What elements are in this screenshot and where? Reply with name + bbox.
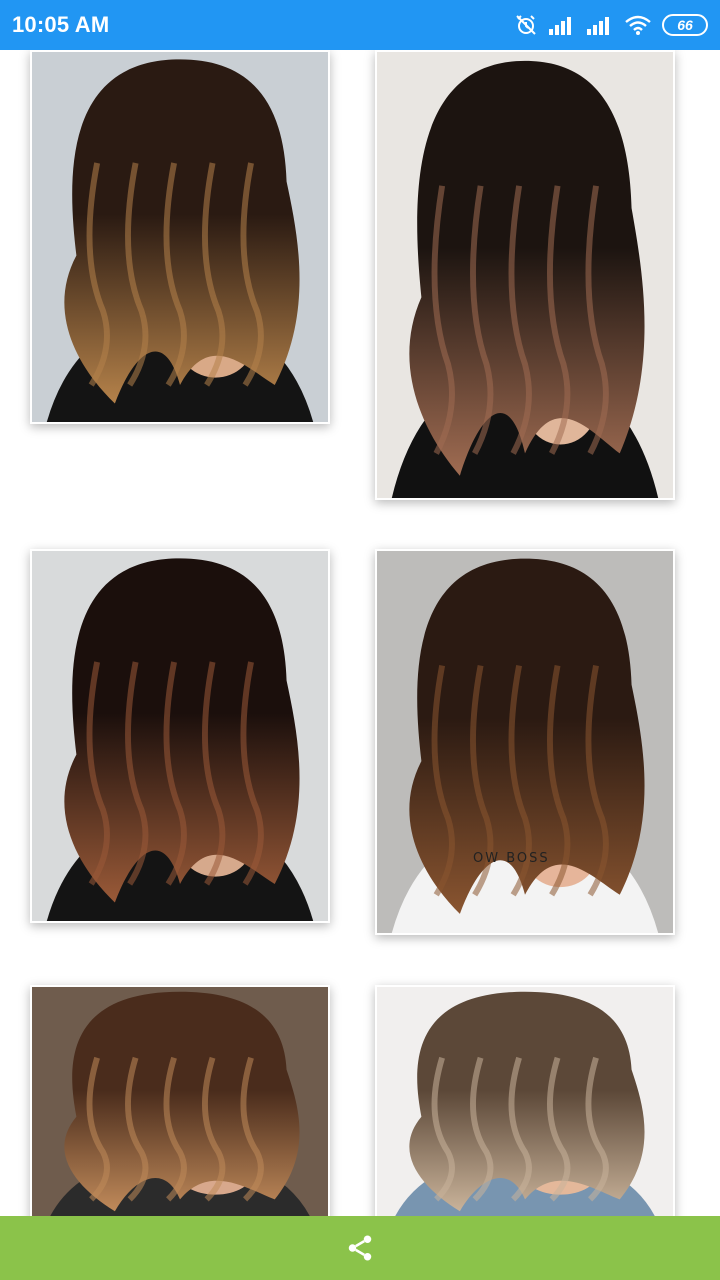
wifi-icon [624,14,652,36]
hair-photo-6[interactable] [375,985,675,1216]
shirt-text: OW BOSS [473,851,550,866]
alarm-off-icon [514,13,538,37]
photo-image [32,551,328,921]
status-icons: 66 [514,13,708,37]
status-time: 10:05 AM [12,12,110,37]
signal-icon [548,14,576,36]
photo-image [32,52,328,422]
share-button[interactable] [336,1224,384,1272]
hair-photo-2[interactable] [375,50,675,500]
bottom-bar [0,1216,720,1280]
photo-grid: OW BOSS [0,50,720,1216]
signal-icon [586,14,614,36]
photo-image: OW BOSS [377,551,673,933]
photo-image [377,987,673,1216]
hair-photo-4[interactable]: OW BOSS [375,549,675,935]
share-icon [348,1235,372,1261]
hair-photo-5[interactable] [30,985,330,1216]
photo-image [32,987,328,1216]
photo-image [377,52,673,498]
battery-icon: 66 [662,14,708,36]
hair-photo-3[interactable] [30,549,330,923]
hair-photo-1[interactable] [30,50,330,424]
status-bar: 10:05 AM 66 [0,0,720,50]
